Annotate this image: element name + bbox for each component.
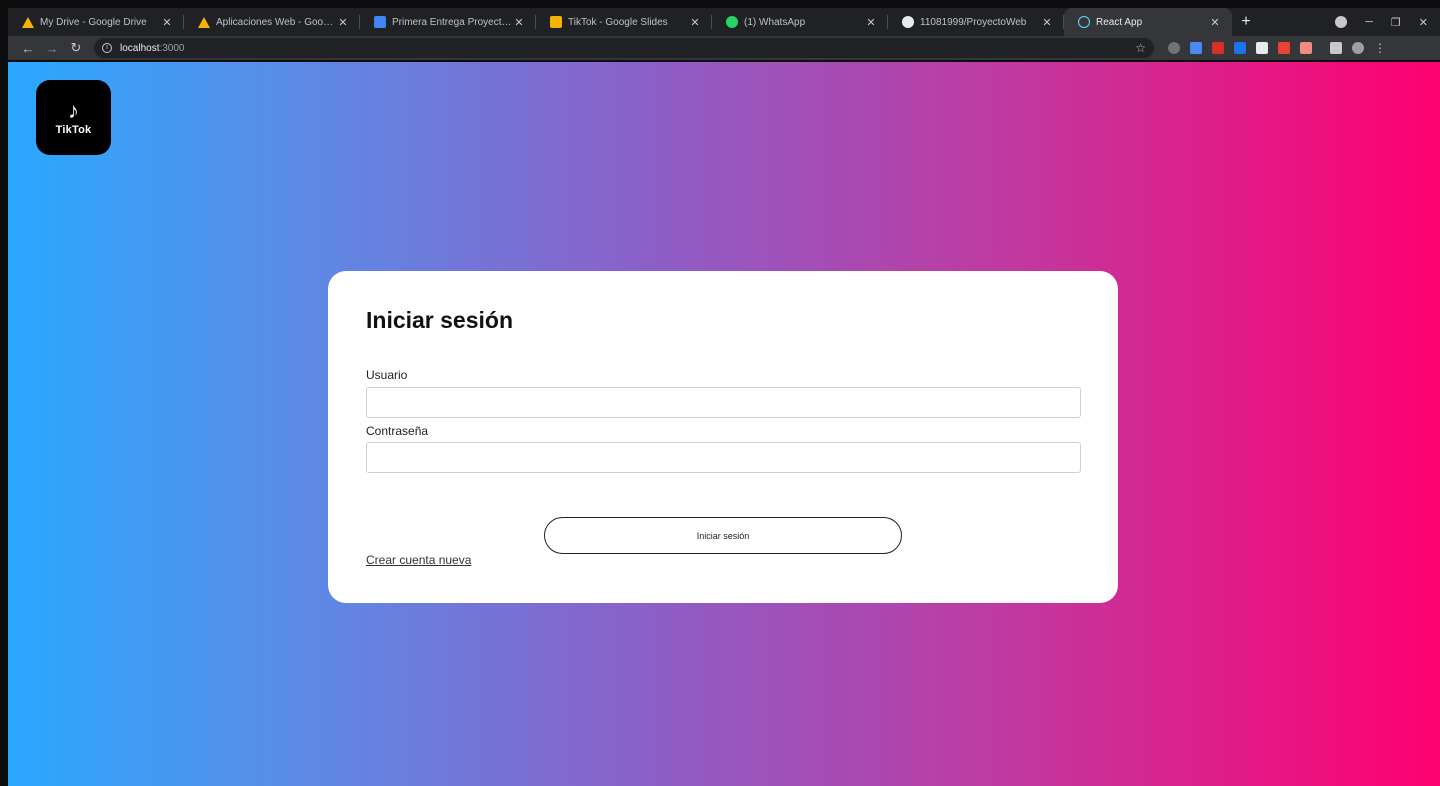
create-account-link[interactable]: Crear cuenta nueva [366,553,471,567]
extension-icon[interactable] [1300,42,1312,54]
close-tab-icon[interactable]: ✕ [1040,16,1054,29]
tab-title: Primera Entrega Proyecto - Google Docs [392,16,512,28]
menu-kebab-icon[interactable]: ⋮ [1374,41,1386,55]
browser-tab[interactable]: Primera Entrega Proyecto - Google Docs ✕ [360,8,536,36]
tab-title: React App [1096,16,1143,28]
tiktok-wordmark: TikTok [55,123,92,136]
close-tab-icon[interactable]: ✕ [1208,16,1222,29]
whatsapp-icon [726,16,738,28]
close-tab-icon[interactable]: ✕ [688,16,702,29]
restore-button[interactable]: ❐ [1391,16,1401,29]
browser-tab-strip: My Drive - Google Drive ✕ Aplicaciones W… [8,8,1440,36]
tab-title: Aplicaciones Web - Google Drive [216,16,336,28]
tab-title: (1) WhatsApp [744,16,806,28]
close-tab-icon[interactable]: ✕ [864,16,878,29]
browser-tab[interactable]: Aplicaciones Web - Google Drive ✕ [184,8,360,36]
page-viewport: ♪ TikTok Iniciar sesión Usuario Contrase… [8,62,1440,786]
bookmark-star-icon[interactable]: ☆ [1135,41,1146,55]
puzzle-icon[interactable] [1330,42,1342,54]
close-tab-icon[interactable]: ✕ [160,16,174,29]
reload-icon[interactable]: ↻ [64,40,88,56]
browser-tab[interactable]: 11081999/ProyectoWeb ✕ [888,8,1064,36]
new-tab-button[interactable]: + [1232,8,1260,36]
window-close-button[interactable]: ✕ [1419,16,1428,29]
extension-icon[interactable] [1278,42,1290,54]
browser-tab[interactable]: My Drive - Google Drive ✕ [8,8,184,36]
browser-tab[interactable]: TikTok - Google Slides ✕ [536,8,712,36]
page-title: Iniciar sesión [366,307,514,333]
google-drive-icon [22,16,34,28]
password-label: Contraseña [366,424,429,438]
google-docs-icon [374,16,386,28]
extension-icon[interactable] [1234,42,1246,54]
tiktok-note-icon: ♪ [68,97,79,123]
window-controls: ─ ❐ ✕ [1335,8,1440,36]
close-tab-icon[interactable]: ✕ [336,16,350,29]
github-icon [902,16,914,28]
tab-title: 11081999/ProyectoWeb [920,16,1027,28]
url-port: :3000 [159,42,185,54]
site-info-icon[interactable]: i [102,43,112,53]
extension-icon[interactable] [1256,42,1268,54]
close-tab-icon[interactable]: ✕ [512,16,526,29]
back-arrow-icon[interactable]: ← [16,41,40,56]
profile-icon[interactable] [1335,16,1348,28]
forward-arrow-icon[interactable]: → [40,41,64,56]
url-host: localhost [120,42,160,54]
google-drive-icon [198,16,210,28]
screen: My Drive - Google Drive ✕ Aplicaciones W… [0,0,1440,786]
username-input[interactable] [366,387,1081,418]
extension-icon[interactable] [1212,42,1224,54]
username-label: Usuario [366,368,408,382]
password-input[interactable] [366,442,1081,473]
address-bar[interactable]: i localhost:3000 ☆ [94,38,1154,58]
extension-shield-icon[interactable] [1168,42,1180,54]
browser-tab[interactable]: (1) WhatsApp ✕ [712,8,888,36]
avatar[interactable] [1352,42,1364,54]
login-button[interactable]: Iniciar sesión [544,517,902,554]
tab-title: My Drive - Google Drive [40,16,147,28]
react-icon [1078,16,1090,28]
minimize-button[interactable]: ─ [1365,16,1373,28]
google-slides-icon [550,16,562,28]
tiktok-logo: ♪ TikTok [36,80,111,155]
browser-toolbar: ← → ↻ i localhost:3000 ☆ ⋮ [8,36,1440,60]
browser-tab-active[interactable]: React App ✕ [1064,8,1232,36]
tab-title: TikTok - Google Slides [568,16,668,28]
extensions-area: ⋮ [1168,41,1386,55]
extension-icon[interactable] [1190,42,1202,54]
login-card: Iniciar sesión Usuario Contraseña Inicia… [328,271,1118,603]
